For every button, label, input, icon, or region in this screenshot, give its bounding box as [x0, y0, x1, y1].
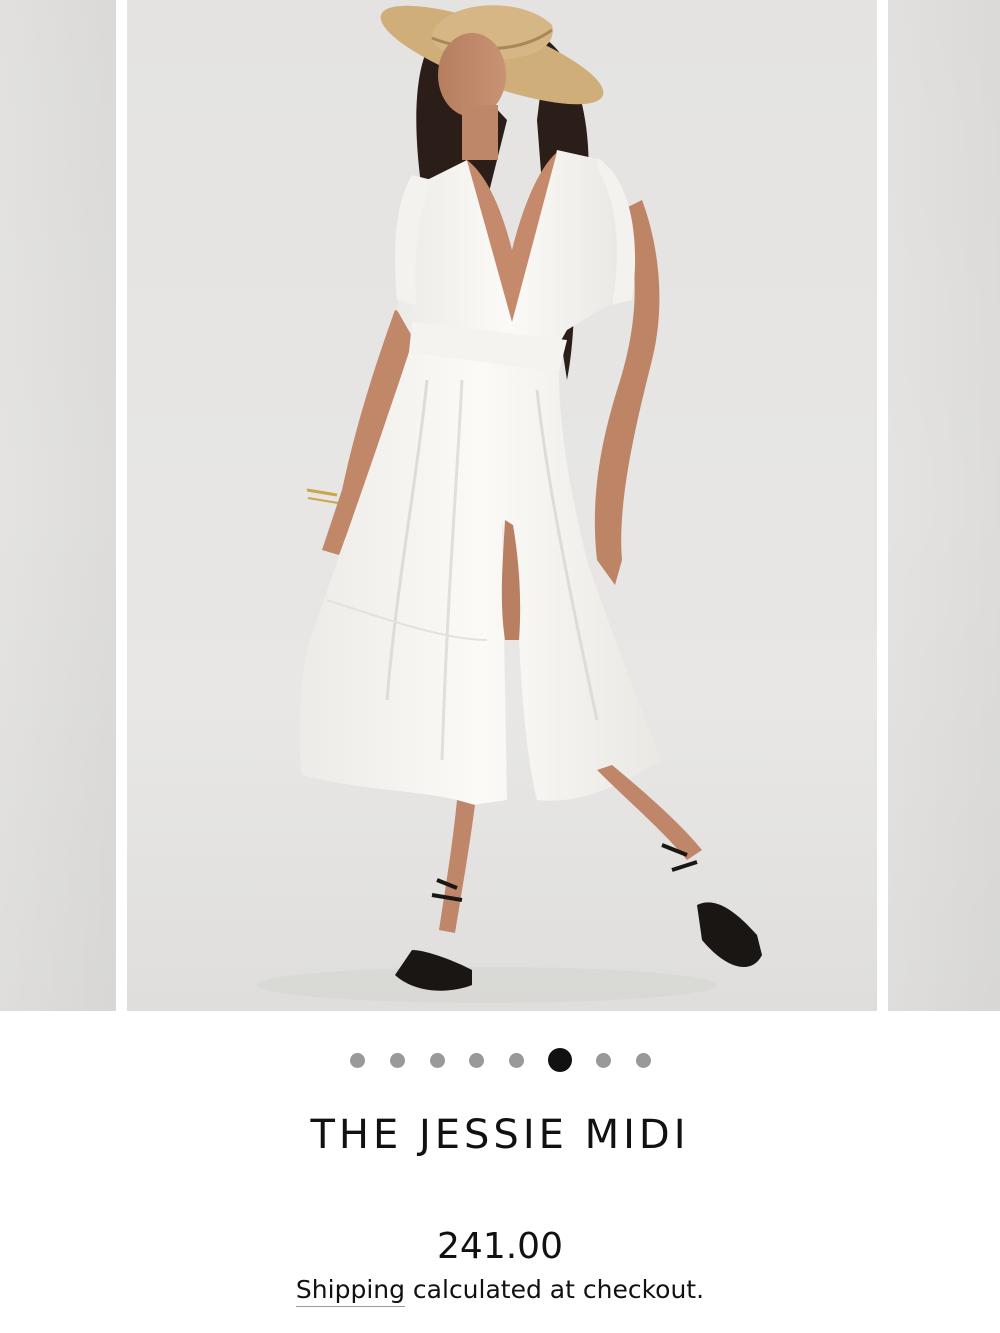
product-photo: [127, 0, 877, 1011]
shipping-note: Shipping calculated at checkout.: [0, 1275, 1000, 1307]
product-title: THE JESSIE MIDI: [310, 1112, 690, 1158]
gallery-dot[interactable]: [350, 1053, 365, 1068]
gallery-dot[interactable]: [390, 1053, 405, 1068]
product-page: THE JESSIE MIDI 241.00 Shipping calculat…: [0, 0, 1000, 1333]
gallery-slide-previous[interactable]: [0, 0, 116, 1011]
gallery-dot[interactable]: [430, 1053, 445, 1068]
shipping-link[interactable]: Shipping: [295, 1275, 405, 1307]
gallery-pagination: [0, 1046, 1000, 1074]
shipping-note-text: calculated at checkout.: [404, 1275, 705, 1304]
gallery-slide-current[interactable]: [127, 0, 877, 1011]
gallery-dot-active[interactable]: [548, 1048, 572, 1072]
gallery-dot[interactable]: [469, 1053, 484, 1068]
gallery-slide-next[interactable]: [888, 0, 1000, 1011]
gallery-dot[interactable]: [509, 1053, 524, 1068]
product-gallery[interactable]: [0, 0, 1000, 1011]
product-price: 241.00: [437, 1226, 563, 1267]
gallery-dot[interactable]: [596, 1053, 611, 1068]
gallery-dot[interactable]: [636, 1053, 651, 1068]
